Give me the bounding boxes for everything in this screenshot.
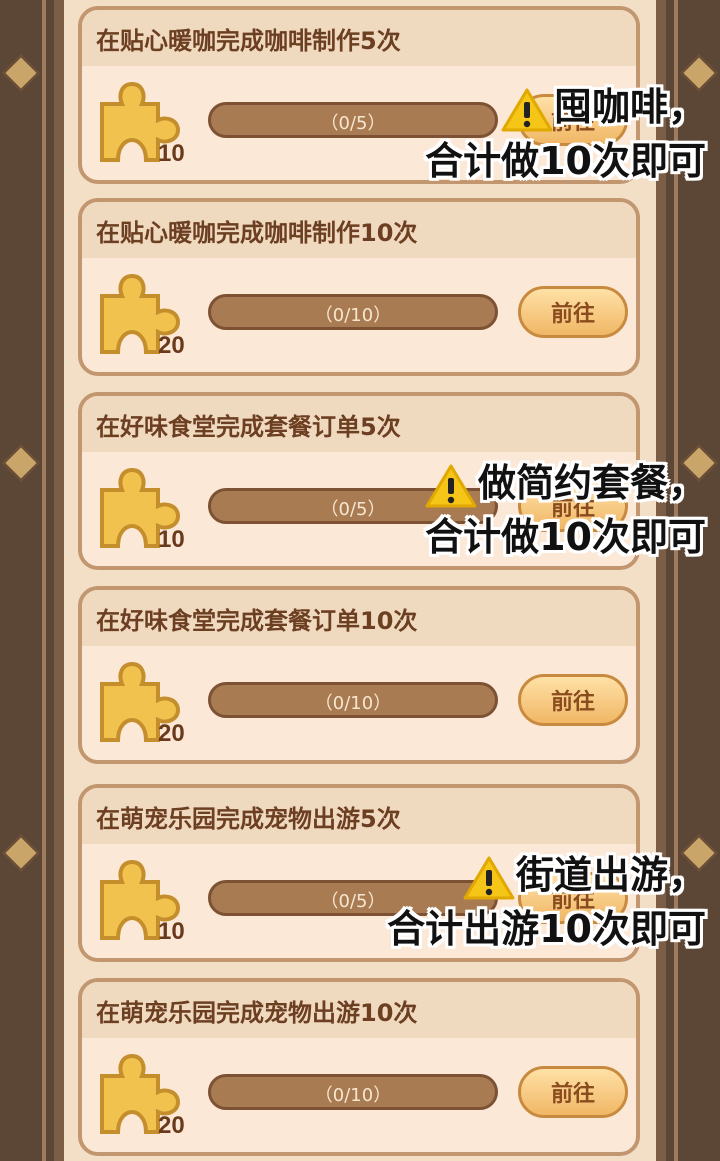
reward-count: 20 [158,720,185,747]
reward-count: 10 [158,918,185,945]
task-title: 在贴心暖咖完成咖啡制作10次 [82,202,636,258]
warning-icon [463,856,515,899]
annotation-note: 囤咖啡， 合计做10次即可 [425,80,706,188]
annotation-note: 街道出游， 合计出游10次即可 [387,848,706,956]
warning-icon [501,88,553,131]
task-title: 在好味食堂完成套餐订单10次 [82,590,636,646]
left-frame [0,0,64,1161]
reward-count: 20 [158,1112,185,1139]
warning-icon [425,464,477,507]
progress-bar: （0/10） [208,682,498,718]
progress-bar: （0/10） [208,1074,498,1110]
task-title: 在萌宠乐园完成宠物出游5次 [82,788,636,844]
progress-text: （0/10） [314,693,392,714]
diamond-ornament-icon [2,834,40,872]
annotation-line1: 做简约套餐， [477,461,706,505]
go-button[interactable]: 前往 [518,674,628,726]
go-button[interactable]: 前往 [518,1066,628,1118]
annotation-line: 囤咖啡， [425,80,706,134]
annotation-line1: 街道出游， [515,853,706,897]
annotation-note: 做简约套餐， 合计做10次即可 [424,456,706,564]
go-button[interactable]: 前往 [518,286,628,338]
frame-rail [42,0,46,1161]
task-card: 在萌宠乐园完成宠物出游10次 20 （0/10） 前往 [78,978,640,1156]
progress-text: （0/10） [314,305,392,326]
diamond-ornament-icon [2,54,40,92]
task-card: 在好味食堂完成套餐订单10次 20 （0/10） 前往 [78,586,640,764]
annotation-line2: 合计做10次即可 [425,515,706,559]
progress-bar: （0/10） [208,294,498,330]
diamond-ornament-icon [2,444,40,482]
reward-count: 20 [158,332,185,359]
frame-rail [54,0,64,1161]
reward-count: 10 [158,526,185,553]
annotation-line1: 囤咖啡， [553,85,706,129]
task-card: 在贴心暖咖完成咖啡制作10次 20 （0/10） 前往 [78,198,640,376]
reward-count: 10 [158,140,185,167]
task-title: 在萌宠乐园完成宠物出游10次 [82,982,636,1038]
annotation-line2: 合计出游10次即可 [387,907,706,951]
task-title: 在贴心暖咖完成咖啡制作5次 [82,10,636,66]
annotation-line: 街道出游， [387,848,706,902]
task-title: 在好味食堂完成套餐订单5次 [82,396,636,452]
annotation-line2: 合计做10次即可 [425,139,706,183]
progress-text: （0/10） [314,1085,392,1106]
annotation-line: 做简约套餐， [424,456,706,510]
